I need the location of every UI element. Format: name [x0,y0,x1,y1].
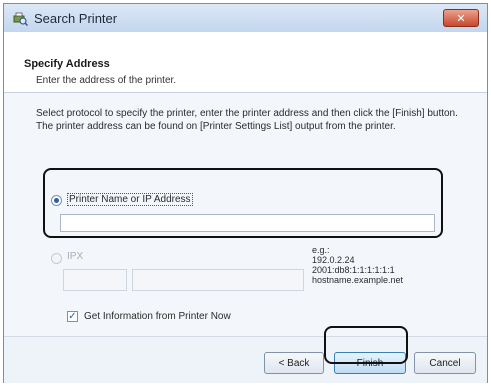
instructions-line-2: The printer address can be found on [Pri… [36,121,396,132]
example-heading: e.g.: [312,245,330,255]
window-title: Search Printer [34,10,118,26]
printer-address-input[interactable] [60,214,435,232]
back-button[interactable]: < Back [264,352,324,374]
cancel-button[interactable]: Cancel [414,352,476,374]
instructions-line-1: Select protocol to specify the printer, … [36,108,458,119]
finish-button[interactable]: Finish [334,352,406,374]
ipx-node-input[interactable] [132,269,304,291]
close-button[interactable]: ✕ [443,9,479,27]
page-title: Specify Address [24,58,110,70]
wizard-body: Select protocol to specify the printer, … [4,93,487,336]
example-line: hostname.example.net [312,275,404,285]
example-line: 2001:db8:1:1:1:1:1:1 [312,265,395,275]
get-info-checkbox[interactable]: ✓ [67,311,78,322]
get-info-checkbox-label[interactable]: Get Information from Printer Now [84,311,231,322]
printer-name-radio[interactable] [51,195,62,206]
wizard-footer: < Back Finish Cancel [4,336,487,383]
checkmark-icon: ✓ [68,311,77,322]
title-bar: Search Printer ✕ [4,4,487,32]
search-printer-dialog: Search Printer ✕ Specify Address Enter t… [3,3,488,383]
page-subtitle: Enter the address of the printer. [36,75,177,86]
ipx-network-input[interactable] [63,269,127,291]
printer-name-radio-label[interactable]: Printer Name or IP Address [67,193,193,206]
printer-search-icon [13,12,28,26]
close-icon: ✕ [456,12,466,25]
address-example: e.g.: 192.0.2.24 2001:db8:1:1:1:1:1:1 ho… [312,245,403,285]
ipx-radio-label[interactable]: IPX [67,251,83,262]
instructions-text: Select protocol to specify the printer, … [36,107,476,133]
example-line: 192.0.2.24 [312,255,355,265]
ipx-radio[interactable] [51,253,62,264]
wizard-header: Specify Address Enter the address of the… [4,32,487,93]
